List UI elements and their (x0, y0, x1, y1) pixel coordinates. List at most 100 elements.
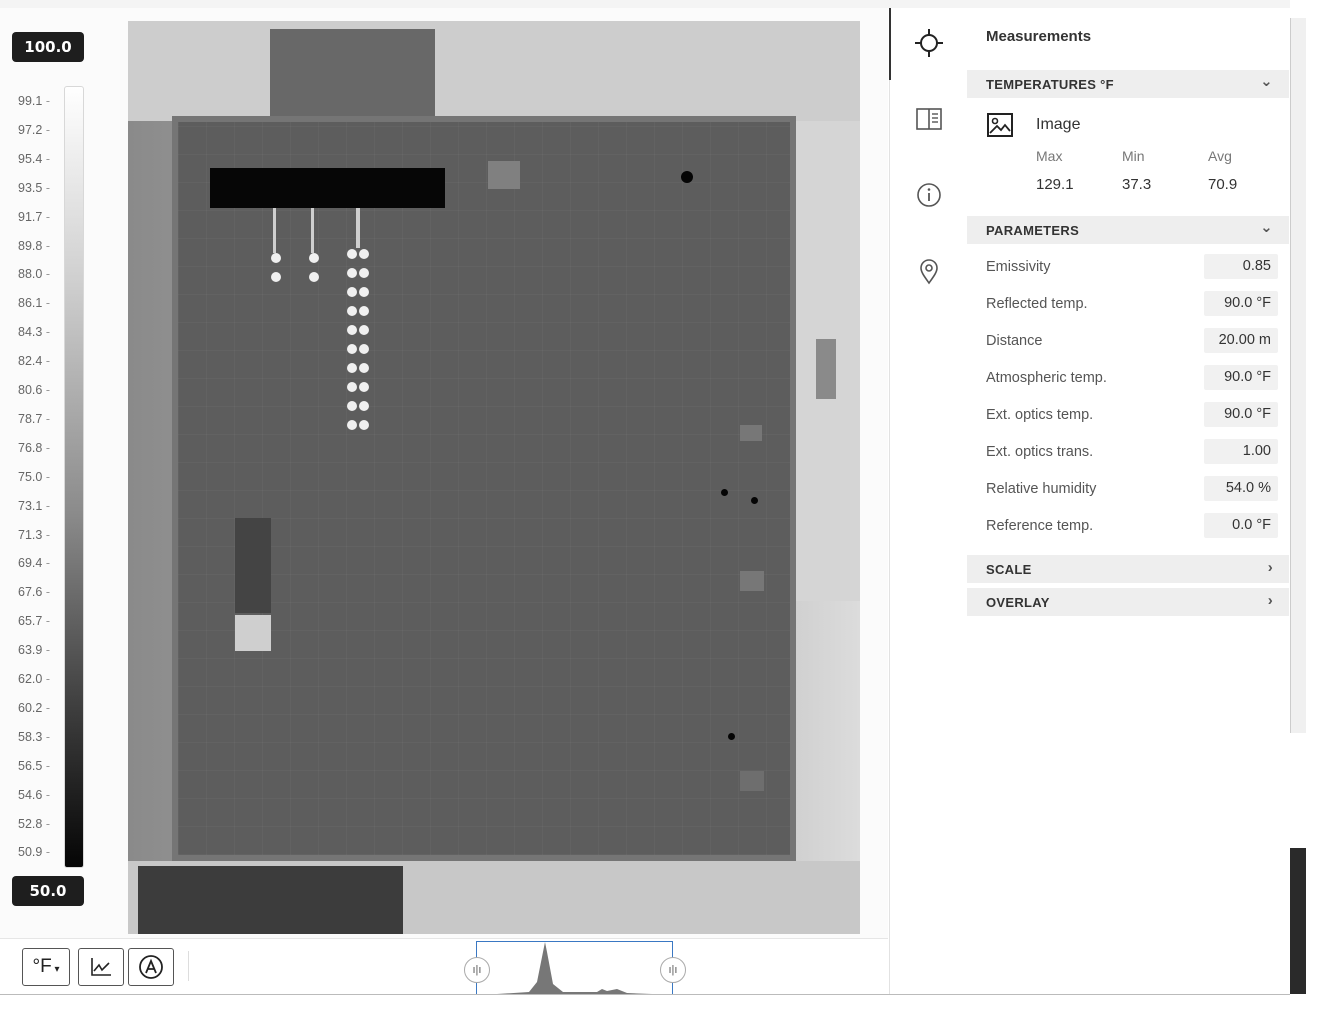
scale-tick-label: 54.6 (18, 788, 62, 802)
scale-tick-label: 86.1 (18, 296, 62, 310)
chevron-down-icon: ⌄ (1260, 219, 1273, 236)
histogram-low-handle[interactable]: ı|ı (464, 957, 490, 983)
image-dark-patch (235, 518, 271, 613)
scale-tick-label: 75.0 (18, 470, 62, 484)
section-label: TEMPERATURES °F (986, 77, 1114, 92)
parameter-row: Reference temp. 0.0 °F (986, 513, 1278, 539)
max-label: Max (1036, 148, 1063, 164)
color-scale-bar[interactable] (64, 86, 84, 868)
parameter-label: Relative humidity (986, 481, 1097, 497)
min-value: 37.3 (1122, 176, 1152, 193)
panel-layout-icon[interactable] (914, 104, 944, 134)
thermal-image[interactable] (128, 21, 860, 934)
window-bottom-border (0, 994, 1290, 995)
chart-button[interactable] (78, 948, 124, 986)
parameter-value-field[interactable]: 90.0 °F (1204, 365, 1278, 390)
location-pin-icon[interactable] (914, 256, 944, 286)
parameters-section-header[interactable]: PARAMETERS ⌄ (967, 216, 1289, 244)
scale-tick-label: 73.1 (18, 499, 62, 513)
image-pipe (311, 208, 314, 253)
viewer-toolbar: °F ▾ ı|ı ı|ı (0, 938, 888, 995)
crosshair-icon[interactable] (914, 28, 944, 58)
image-pipe (356, 208, 360, 248)
parameter-value-field[interactable]: 0.0 °F (1204, 513, 1278, 538)
unit-label: °F (32, 956, 52, 977)
line-chart-icon (91, 958, 111, 976)
parameter-value-field[interactable]: 90.0 °F (1204, 402, 1278, 427)
thermal-viewer: 100.0 99.1 97.2 95.4 93.5 91.7 89.8 88.0 86.1 84… (0, 8, 888, 938)
temperatures-section-header[interactable]: TEMPERATURES °F ⌄ (967, 70, 1289, 98)
unit-dropdown[interactable]: °F ▾ (22, 948, 70, 986)
active-tab-indicator (889, 8, 891, 80)
parameter-label: Ext. optics temp. (986, 407, 1094, 423)
parameter-row: Emissivity 0.85 (986, 254, 1278, 280)
overlay-section-header[interactable]: OVERLAY › (967, 588, 1289, 616)
parameter-value-field[interactable]: 20.00 m (1204, 328, 1278, 353)
chevron-right-icon: › (1267, 592, 1273, 609)
parameter-label: Reflected temp. (986, 296, 1088, 312)
scale-tick-label: 50.9 (18, 845, 62, 859)
scale-tick-label: 93.5 (18, 181, 62, 195)
scale-tick-label: 67.6 (18, 585, 62, 599)
scale-tick-label: 56.5 (18, 759, 62, 773)
scale-tick-label: 65.7 (18, 614, 62, 628)
chevron-down-icon: ⌄ (1260, 73, 1273, 90)
image-side-unit (816, 339, 836, 399)
parameter-value-field[interactable]: 1.00 (1204, 439, 1278, 464)
image-icon (987, 113, 1013, 137)
image-roof-body (172, 116, 796, 861)
scale-tick-label: 88.0 (18, 267, 62, 281)
parameter-value-field[interactable]: 90.0 °F (1204, 291, 1278, 316)
image-vent (740, 571, 764, 591)
scale-tick-label: 99.1 (18, 94, 62, 108)
image-cold-spot (681, 171, 693, 183)
parameter-label: Emissivity (986, 259, 1051, 275)
image-hot-spots (270, 251, 284, 289)
scale-tick-label: 82.4 (18, 354, 62, 368)
image-hot-spots (346, 247, 372, 437)
histogram-high-handle[interactable]: ı|ı (660, 957, 686, 983)
section-label: SCALE (986, 562, 1032, 577)
info-icon[interactable] (914, 180, 944, 210)
background-window-strip (1290, 18, 1306, 733)
parameter-value-field[interactable]: 54.0 % (1204, 476, 1278, 501)
parameter-label: Distance (986, 333, 1043, 349)
image-bright-patch (235, 615, 271, 651)
parameter-label: Atmospheric temp. (986, 370, 1107, 386)
scale-min-badge[interactable]: 50.0 (12, 876, 84, 906)
scale-tick-label: 76.8 (18, 441, 62, 455)
parameter-row: Relative humidity 54.0 % (986, 476, 1278, 502)
histogram[interactable] (476, 941, 673, 995)
parameter-row: Reflected temp. 90.0 °F (986, 291, 1278, 317)
auto-icon (139, 955, 163, 979)
measurement-source-label: Image (1036, 116, 1081, 133)
scale-tick-label: 84.3 (18, 325, 62, 339)
scale-tick-label: 69.4 (18, 556, 62, 570)
measurements-panel: Measurements TEMPERATURES °F ⌄ Image Max… (967, 8, 1289, 994)
image-top-zone (128, 21, 860, 121)
avg-value: 70.9 (1208, 176, 1238, 193)
image-hot-spots (308, 251, 322, 289)
image-vent (488, 161, 520, 189)
histogram-graph (497, 942, 652, 994)
parameter-row: Distance 20.00 m (986, 328, 1278, 354)
scale-tick-label: 91.7 (18, 210, 62, 224)
auto-adjust-button[interactable] (128, 948, 174, 986)
parameter-row: Atmospheric temp. 90.0 °F (986, 365, 1278, 391)
parameter-label: Ext. optics trans. (986, 444, 1094, 460)
section-label: OVERLAY (986, 595, 1050, 610)
background-window-dark (1290, 848, 1306, 994)
image-top-structure (270, 29, 435, 121)
scale-tick-label: 71.3 (18, 528, 62, 542)
parameter-row: Ext. optics trans. 1.00 (986, 439, 1278, 465)
parameter-label: Reference temp. (986, 518, 1094, 534)
scale-max-badge[interactable]: 100.0 (12, 32, 84, 62)
section-label: PARAMETERS (986, 223, 1080, 238)
min-label: Min (1122, 148, 1145, 164)
parameter-value-field[interactable]: 0.85 (1204, 254, 1278, 279)
max-value: 129.1 (1036, 176, 1074, 193)
scale-tick-label: 63.9 (18, 643, 62, 657)
scale-tick-label: 97.2 (18, 123, 62, 137)
parameter-row: Ext. optics temp. 90.0 °F (986, 402, 1278, 428)
scale-section-header[interactable]: SCALE › (967, 555, 1289, 583)
